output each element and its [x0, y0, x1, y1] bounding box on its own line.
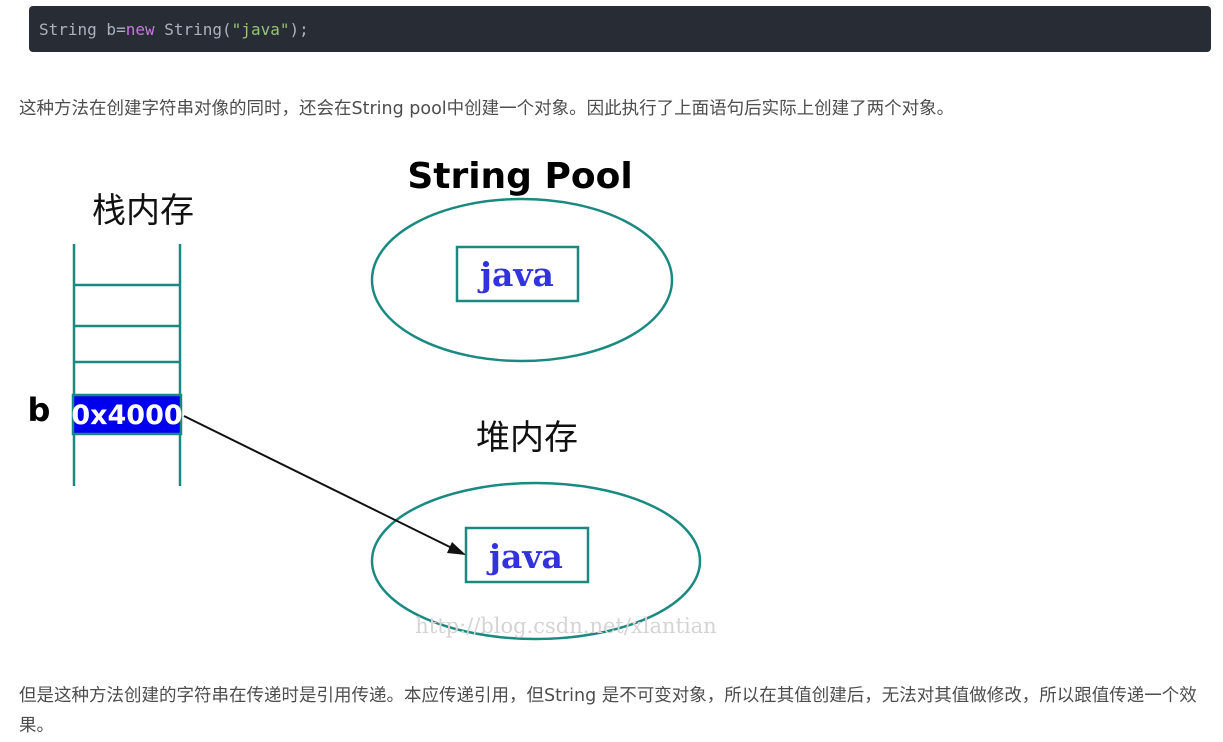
heap-object-value: java — [486, 537, 563, 576]
code-text: String( — [154, 19, 232, 39]
pool-title: String Pool — [407, 156, 632, 197]
arrow-head — [447, 542, 466, 555]
stack-frame — [72, 244, 182, 486]
paragraph-explanation: 但是这种方法创建的字符串在传递时是引用传递。本应传递引用，但String 是不可… — [19, 686, 1197, 736]
reference-arrow — [183, 415, 459, 552]
heap-title: 堆内存 — [476, 418, 578, 458]
address-value: 0x4000 — [71, 400, 182, 431]
watermark: http://blog.csdn.net/xlantian — [415, 614, 716, 638]
pool-object-value: java — [477, 255, 554, 294]
variable-label: b — [28, 391, 51, 429]
paragraph-intro: 这种方法在创建字符串对像的同时，还会在String pool中创建一个对象。因此… — [19, 99, 955, 119]
code-string: "java" — [231, 19, 290, 39]
stack-title: 栈内存 — [92, 191, 194, 231]
code-block: String b= new String("java"); — [29, 6, 1211, 52]
memory-diagram: 栈内存 0x4000 b String Pool java 堆内存 java h… — [28, 156, 717, 641]
code-keyword: new — [125, 19, 155, 39]
code-text: ); — [289, 19, 309, 39]
code-text: String b= — [39, 19, 126, 39]
